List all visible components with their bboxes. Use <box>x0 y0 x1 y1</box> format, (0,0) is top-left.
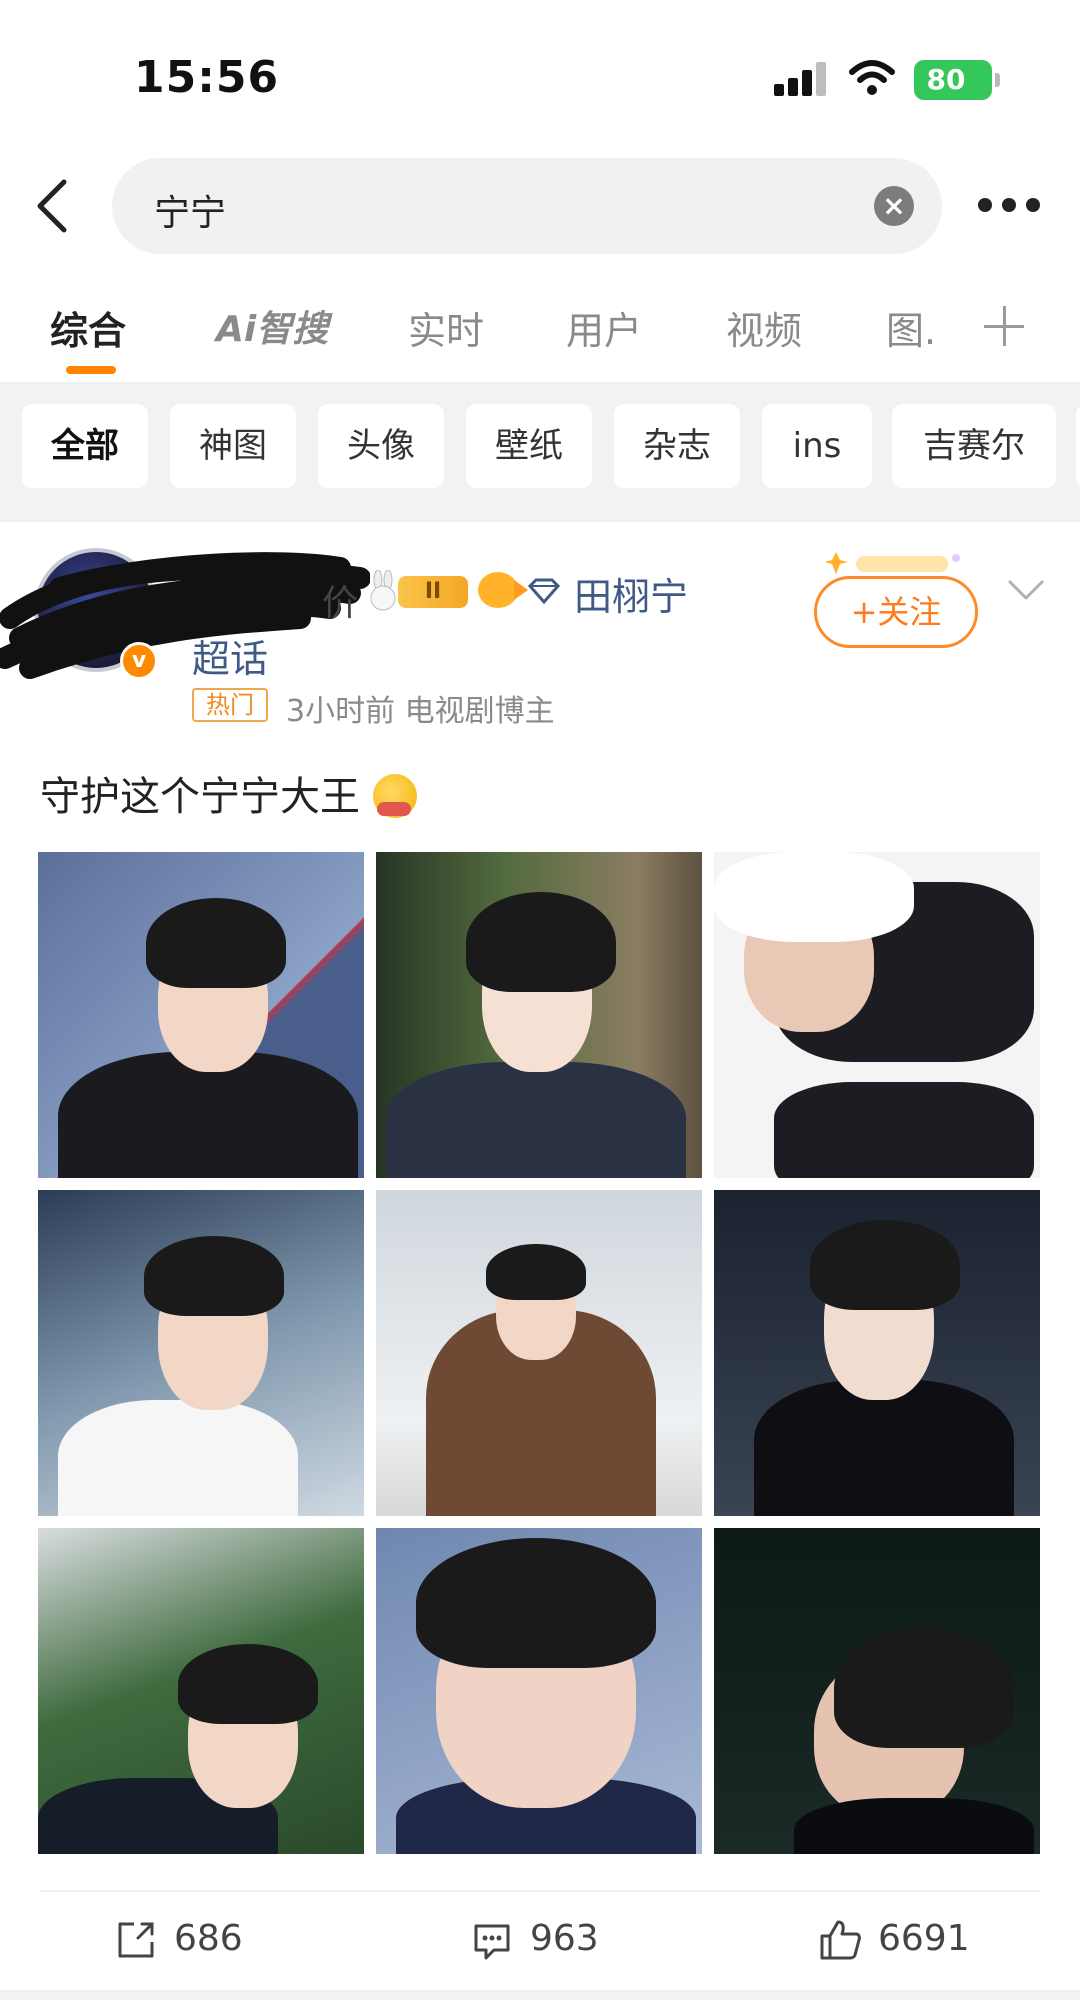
filter-bar: 全部 神图 头像 壁纸 杂志 ins 吉赛尔 <box>0 382 1080 522</box>
filter-chip-magazine[interactable]: 杂志 <box>614 404 740 488</box>
cellular-signal-icon <box>774 62 828 96</box>
filter-chip-giselle[interactable]: 吉赛尔 <box>892 404 1056 488</box>
verified-badge-icon: v <box>120 642 158 680</box>
post-image-2[interactable] <box>376 852 702 1178</box>
wifi-icon <box>849 60 895 95</box>
comment-count: 963 <box>530 1918 599 1959</box>
supertopic-suffix[interactable]: 超话 <box>192 628 268 683</box>
post-image-9[interactable] <box>714 1528 1040 1854</box>
follow-button[interactable]: +关注 <box>814 576 978 648</box>
post-text-content: 守护这个宁宁大王 <box>40 774 360 820</box>
hug-emoji-icon <box>372 774 417 818</box>
author-name-fragment[interactable]: 价 <box>322 574 358 626</box>
supertopic-link[interactable]: 田栩宁 <box>574 566 688 621</box>
search-tabs: 综合 Ai智搜 实时 用户 视频 图. <box>0 290 1080 380</box>
share-icon <box>118 1922 154 1958</box>
post-image-4[interactable] <box>38 1190 364 1516</box>
chevron-down-icon[interactable] <box>1008 578 1044 602</box>
status-time: 15:56 <box>134 52 280 103</box>
clear-icon[interactable]: × <box>874 186 914 226</box>
hot-badge: 热门 <box>192 688 268 722</box>
filter-chip-all[interactable]: 全部 <box>22 404 148 488</box>
active-tab-indicator <box>66 366 116 374</box>
tab-videos[interactable]: 视频 <box>726 300 802 355</box>
sparkle-decoration-icon <box>826 552 960 574</box>
thumbs-up-icon <box>820 1920 861 1960</box>
level-badge: II <box>398 576 468 608</box>
filter-chip-wallpaper[interactable]: 壁纸 <box>466 404 592 488</box>
filter-chip-ins[interactable]: ins <box>762 404 872 488</box>
fish-badge-icon <box>478 572 528 608</box>
post-text: 守护这个宁宁大王 <box>40 764 417 822</box>
search-query: 宁宁 <box>154 193 227 234</box>
post-image-5[interactable] <box>376 1190 702 1516</box>
tab-realtime[interactable]: 实时 <box>408 300 484 355</box>
like-count: 6691 <box>878 1918 970 1959</box>
tab-images[interactable]: 图. <box>886 300 936 355</box>
tab-ai-search[interactable]: Ai智搜 <box>216 300 328 352</box>
filter-chip-best[interactable]: 神图 <box>170 404 296 488</box>
post-image-3[interactable] <box>714 852 1040 1178</box>
rabbit-badge-icon <box>370 570 396 611</box>
share-count: 686 <box>174 1918 243 1959</box>
post-meta: 3小时前 电视剧博主 <box>286 694 555 729</box>
post-image-6[interactable] <box>714 1190 1040 1516</box>
post-image-1[interactable] <box>38 852 364 1178</box>
battery-icon: 80 <box>914 60 1000 100</box>
tab-users[interactable]: 用户 <box>566 300 642 355</box>
diamond-icon <box>528 578 560 604</box>
more-options-icon[interactable] <box>978 196 1042 216</box>
redaction-scribble <box>0 552 370 679</box>
comment-icon <box>474 1924 510 1960</box>
tab-comprehensive[interactable]: 综合 <box>50 300 126 355</box>
battery-level: 80 <box>926 63 966 96</box>
filter-chip-avatar[interactable]: 头像 <box>318 404 444 488</box>
status-bar: 15:56 80 <box>0 0 1080 140</box>
post-image-7[interactable] <box>38 1528 364 1854</box>
add-tab-icon[interactable] <box>984 306 1024 346</box>
back-arrow-icon[interactable] <box>32 178 72 234</box>
post-image-8[interactable] <box>376 1528 702 1854</box>
search-input[interactable]: 宁宁 × <box>112 158 942 254</box>
